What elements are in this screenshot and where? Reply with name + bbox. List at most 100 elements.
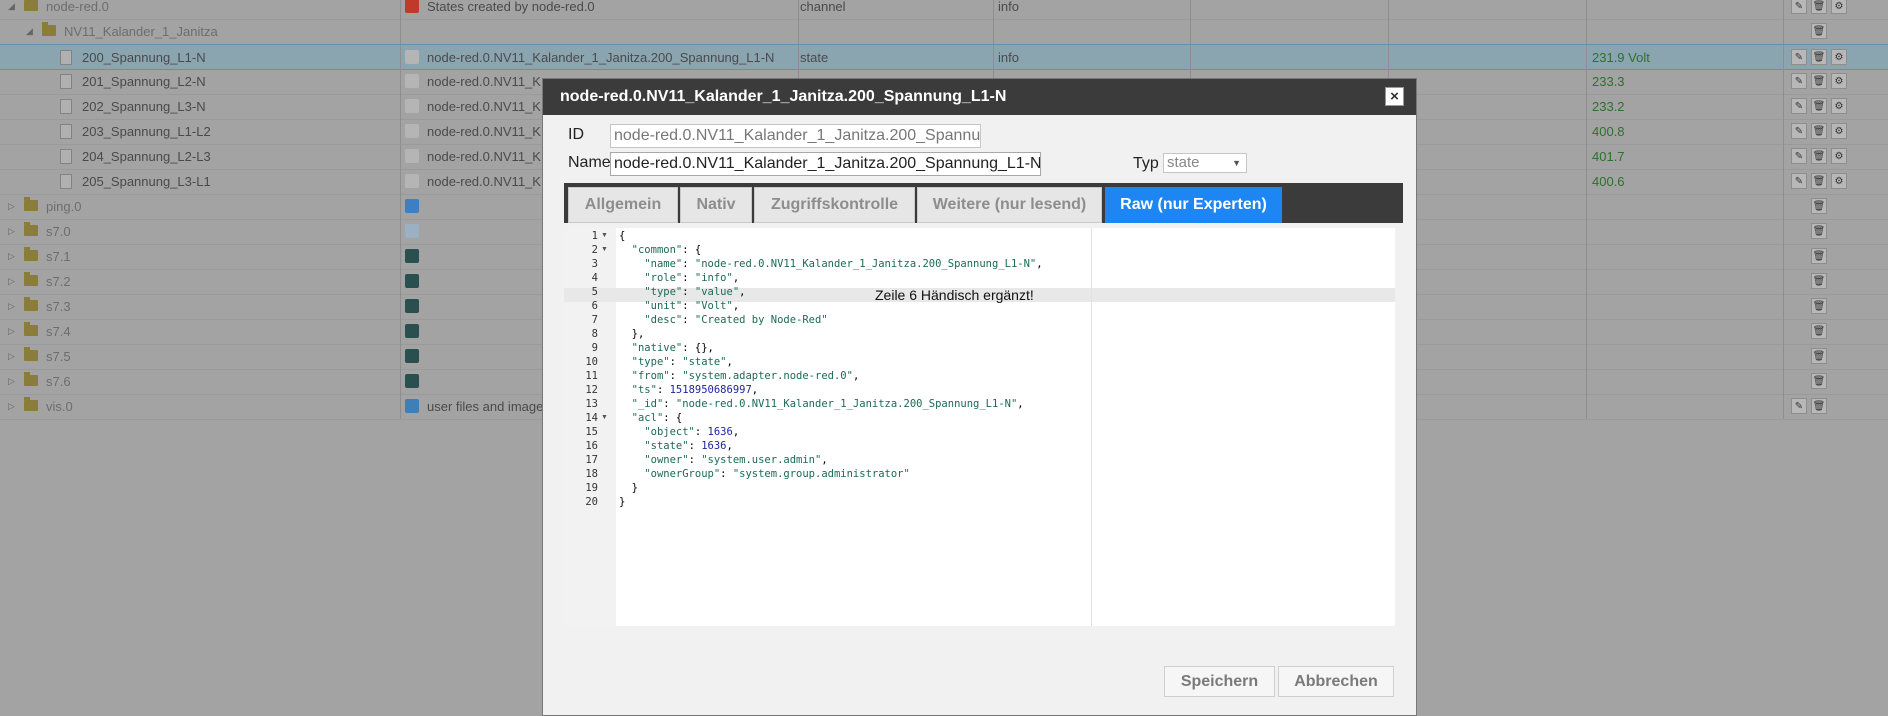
- expand-icon[interactable]: ▷: [8, 394, 15, 419]
- code-line[interactable]: "ownerGroup": "system.group.administrato…: [619, 467, 910, 481]
- delete-icon[interactable]: 🗑: [1811, 373, 1827, 389]
- delete-icon[interactable]: 🗑: [1811, 148, 1827, 164]
- fold-icon[interactable]: ▼: [601, 229, 608, 243]
- settings-icon[interactable]: ⚙: [1831, 173, 1847, 189]
- tree-row[interactable]: 200_Spannung_L1-N node-red.0.NV11_Kalande…: [0, 44, 1888, 70]
- name-label: Name: [568, 154, 611, 171]
- fold-icon[interactable]: ▼: [601, 411, 608, 425]
- state-icon: [405, 74, 419, 88]
- edit-icon[interactable]: ✎: [1791, 148, 1807, 164]
- code-line[interactable]: "_id": "node-red.0.NV11_Kalander_1_Janit…: [619, 397, 1024, 411]
- code-line[interactable]: "from": "system.adapter.node-red.0",: [619, 369, 860, 383]
- expand-icon[interactable]: ▷: [8, 294, 15, 319]
- delete-icon[interactable]: 🗑: [1811, 98, 1827, 114]
- tab-allgemein[interactable]: Allgemein: [568, 187, 678, 223]
- code-line[interactable]: "object": 1636,: [619, 425, 739, 439]
- raw-json-editor[interactable]: 1 ▼{2 ▼ "common": {3 "name": "node-red.0.N…: [564, 228, 1395, 626]
- close-icon[interactable]: ×: [1385, 87, 1404, 106]
- code-line[interactable]: },: [619, 327, 645, 341]
- expand-icon[interactable]: ▷: [8, 219, 15, 244]
- tab-weitere[interactable]: Weitere (nur lesend): [917, 187, 1102, 223]
- code-line[interactable]: "type": "state",: [619, 355, 733, 369]
- tree-row[interactable]: ◢ node-red.0 States created by node-red.0 c…: [0, 0, 1888, 20]
- folder-icon: [24, 397, 38, 411]
- expand-icon[interactable]: ▷: [8, 344, 15, 369]
- delete-icon[interactable]: 🗑: [1811, 173, 1827, 189]
- code-line[interactable]: {: [619, 229, 625, 243]
- code-line[interactable]: "role": "info",: [619, 271, 739, 285]
- typ-select-value: state: [1167, 154, 1200, 171]
- code-line[interactable]: "common": {: [619, 243, 702, 257]
- file-icon: [60, 124, 72, 139]
- collapse-icon[interactable]: ◢: [26, 19, 33, 44]
- delete-icon[interactable]: 🗑: [1811, 23, 1827, 39]
- typ-select[interactable]: state ▼: [1163, 153, 1247, 173]
- tree-row-desc: States created by node-red.0: [427, 0, 595, 14]
- expand-icon[interactable]: ▷: [8, 269, 15, 294]
- tree-row[interactable]: ◢ NV11_Kalander_1_Janitza 🗑: [0, 19, 1888, 45]
- edit-icon[interactable]: ✎: [1791, 98, 1807, 114]
- state-icon: [405, 174, 419, 188]
- tree-row-name: node-red.0: [46, 0, 109, 14]
- state-icon: [405, 124, 419, 138]
- settings-icon[interactable]: ⚙: [1831, 0, 1847, 14]
- settings-icon[interactable]: ⚙: [1831, 148, 1847, 164]
- edit-icon[interactable]: ✎: [1791, 398, 1807, 414]
- state-icon: [405, 149, 419, 163]
- code-line[interactable]: "state": 1636,: [619, 439, 733, 453]
- settings-icon[interactable]: ⚙: [1831, 73, 1847, 89]
- file-icon: [60, 74, 72, 89]
- typ-label: Typ: [1133, 155, 1159, 172]
- tree-row-value: 233.2: [1592, 99, 1625, 114]
- code-line[interactable]: "owner": "system.user.admin",: [619, 453, 827, 467]
- delete-icon[interactable]: 🗑: [1811, 49, 1827, 65]
- code-line[interactable]: }: [619, 495, 625, 509]
- code-line[interactable]: "native": {},: [619, 341, 714, 355]
- name-field[interactable]: node-red.0.NV11_Kalander_1_Janitza.200_S…: [610, 152, 1041, 176]
- folder-icon: [24, 322, 38, 336]
- settings-icon[interactable]: ⚙: [1831, 123, 1847, 139]
- delete-icon[interactable]: 🗑: [1811, 273, 1827, 289]
- edit-icon[interactable]: ✎: [1791, 0, 1807, 14]
- code-line[interactable]: "ts": 1518950686997,: [619, 383, 758, 397]
- edit-icon[interactable]: ✎: [1791, 49, 1807, 65]
- folder-icon: [24, 372, 38, 386]
- fold-icon[interactable]: ▼: [601, 243, 608, 257]
- settings-icon[interactable]: ⚙: [1831, 98, 1847, 114]
- code-line[interactable]: }: [619, 481, 638, 495]
- code-line[interactable]: "acl": {: [619, 411, 683, 425]
- print-margin: [1091, 228, 1092, 626]
- delete-icon[interactable]: 🗑: [1811, 223, 1827, 239]
- expand-icon[interactable]: ▷: [8, 194, 15, 219]
- delete-icon[interactable]: 🗑: [1811, 0, 1827, 14]
- delete-icon[interactable]: 🗑: [1811, 398, 1827, 414]
- edit-icon[interactable]: ✎: [1791, 73, 1807, 89]
- delete-icon[interactable]: 🗑: [1811, 298, 1827, 314]
- delete-icon[interactable]: 🗑: [1811, 248, 1827, 264]
- save-button[interactable]: Speichern: [1164, 666, 1275, 697]
- expand-icon[interactable]: ▷: [8, 244, 15, 269]
- edit-icon[interactable]: ✎: [1791, 123, 1807, 139]
- delete-icon[interactable]: 🗑: [1811, 348, 1827, 364]
- edit-icon[interactable]: ✎: [1791, 173, 1807, 189]
- code-line[interactable]: "unit": "Volt",: [619, 299, 739, 313]
- tree-row-name: s7.6: [46, 374, 71, 389]
- tab-raw[interactable]: Raw (nur Experten): [1105, 187, 1282, 223]
- line-number: 15: [585, 426, 598, 438]
- tab-nativ[interactable]: Nativ: [680, 187, 752, 223]
- delete-icon[interactable]: 🗑: [1811, 323, 1827, 339]
- collapse-icon[interactable]: ◢: [8, 0, 15, 19]
- delete-icon[interactable]: 🗑: [1811, 198, 1827, 214]
- settings-icon[interactable]: ⚙: [1831, 49, 1847, 65]
- code-line[interactable]: "desc": "Created by Node-Red": [619, 313, 827, 327]
- cancel-button[interactable]: Abbrechen: [1278, 666, 1394, 697]
- code-line[interactable]: "type": "value",: [619, 285, 745, 299]
- expand-icon[interactable]: ▷: [8, 369, 15, 394]
- tab-zugriffskontrolle[interactable]: Zugriffskontrolle: [754, 187, 915, 223]
- id-field[interactable]: node-red.0.NV11_Kalander_1_Janitza.200_S…: [610, 124, 981, 148]
- delete-icon[interactable]: 🗑: [1811, 123, 1827, 139]
- state-icon: [405, 224, 419, 238]
- expand-icon[interactable]: ▷: [8, 319, 15, 344]
- delete-icon[interactable]: 🗑: [1811, 73, 1827, 89]
- code-line[interactable]: "name": "node-red.0.NV11_Kalander_1_Jani…: [619, 257, 1042, 271]
